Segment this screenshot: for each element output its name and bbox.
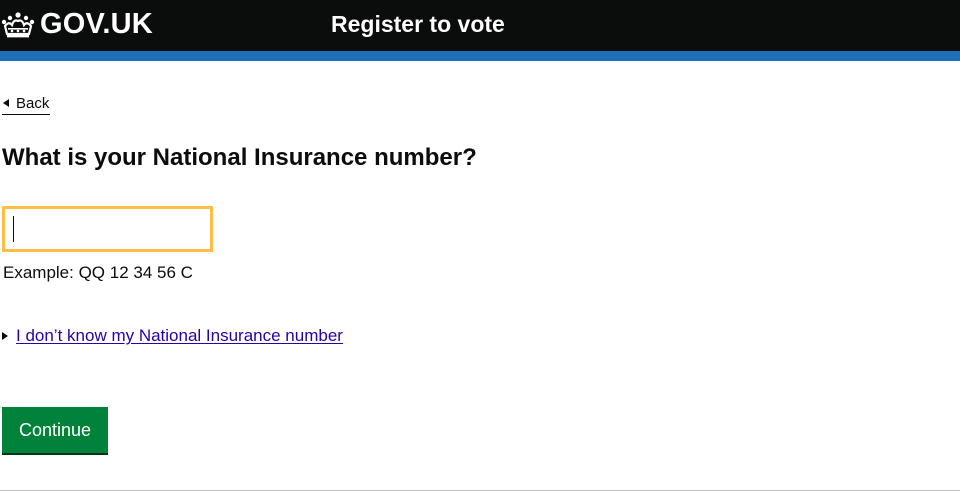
govuk-logo-link[interactable]: GOV.UK	[0, 6, 153, 42]
back-link-label: Back	[16, 94, 50, 112]
service-name-link[interactable]: Register to vote	[331, 10, 505, 38]
details-summary-link[interactable]: I don’t know my National Insurance numbe…	[16, 325, 343, 347]
crown-icon	[1, 12, 35, 38]
input-hint: Example: QQ 12 34 56 C	[3, 263, 193, 282]
back-link[interactable]: Back	[2, 92, 51, 115]
chevron-left-icon	[3, 99, 9, 107]
logo-text: GOV.UK	[40, 8, 153, 40]
header-blue-stripe	[0, 51, 960, 61]
site-header: GOV.UK Register to vote	[0, 0, 960, 51]
triangle-right-icon	[2, 332, 8, 340]
details-toggle[interactable]: I don’t know my National Insurance numbe…	[2, 325, 343, 347]
footer-divider	[0, 490, 960, 491]
continue-button[interactable]: Continue	[2, 407, 108, 453]
national-insurance-number-input[interactable]	[2, 206, 213, 252]
text-cursor	[13, 216, 14, 242]
page-title: What is your National Insurance number?	[2, 144, 477, 171]
